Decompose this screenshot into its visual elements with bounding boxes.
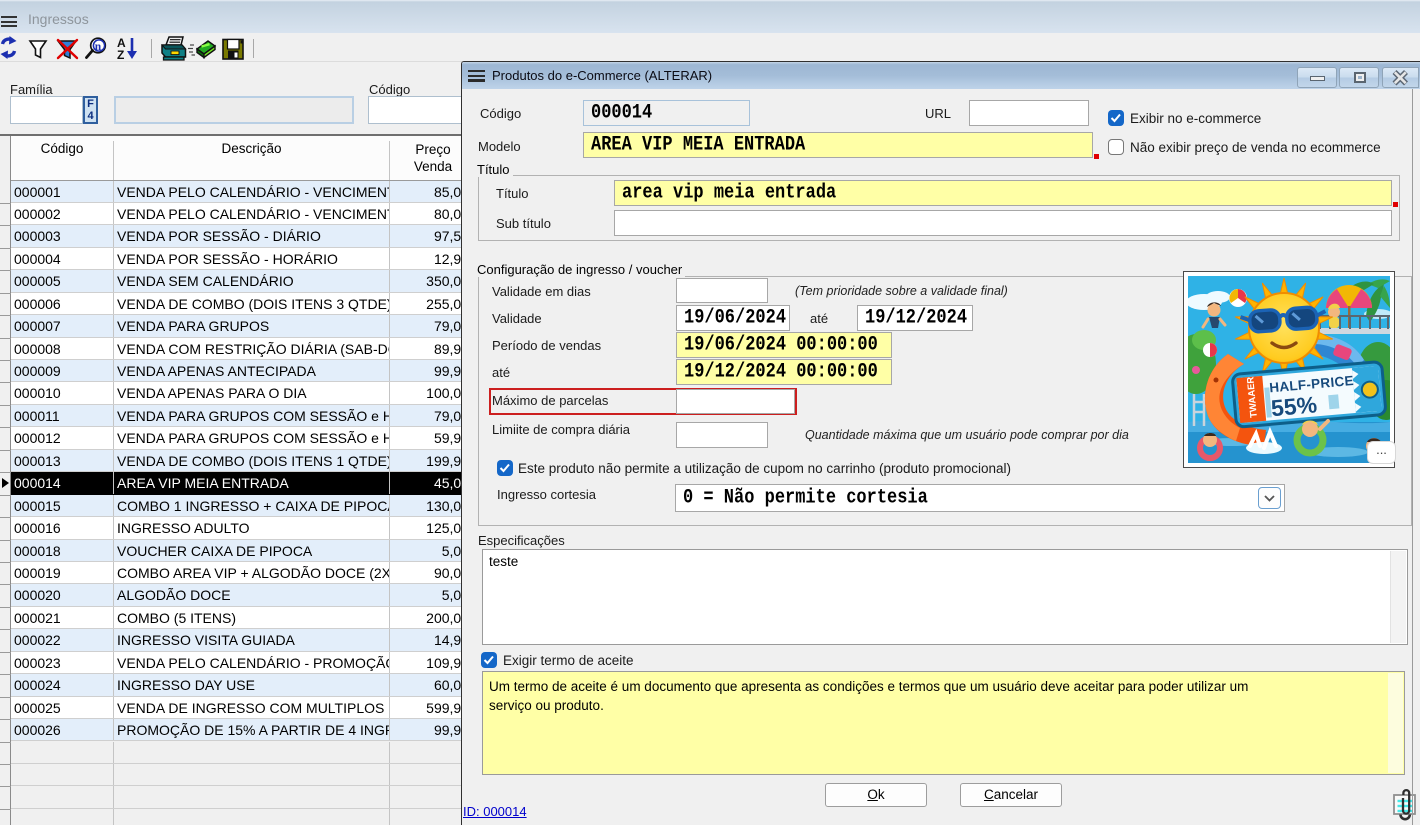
svg-text:55%: 55% [1270, 391, 1318, 421]
svg-text:Z: Z [117, 48, 124, 62]
